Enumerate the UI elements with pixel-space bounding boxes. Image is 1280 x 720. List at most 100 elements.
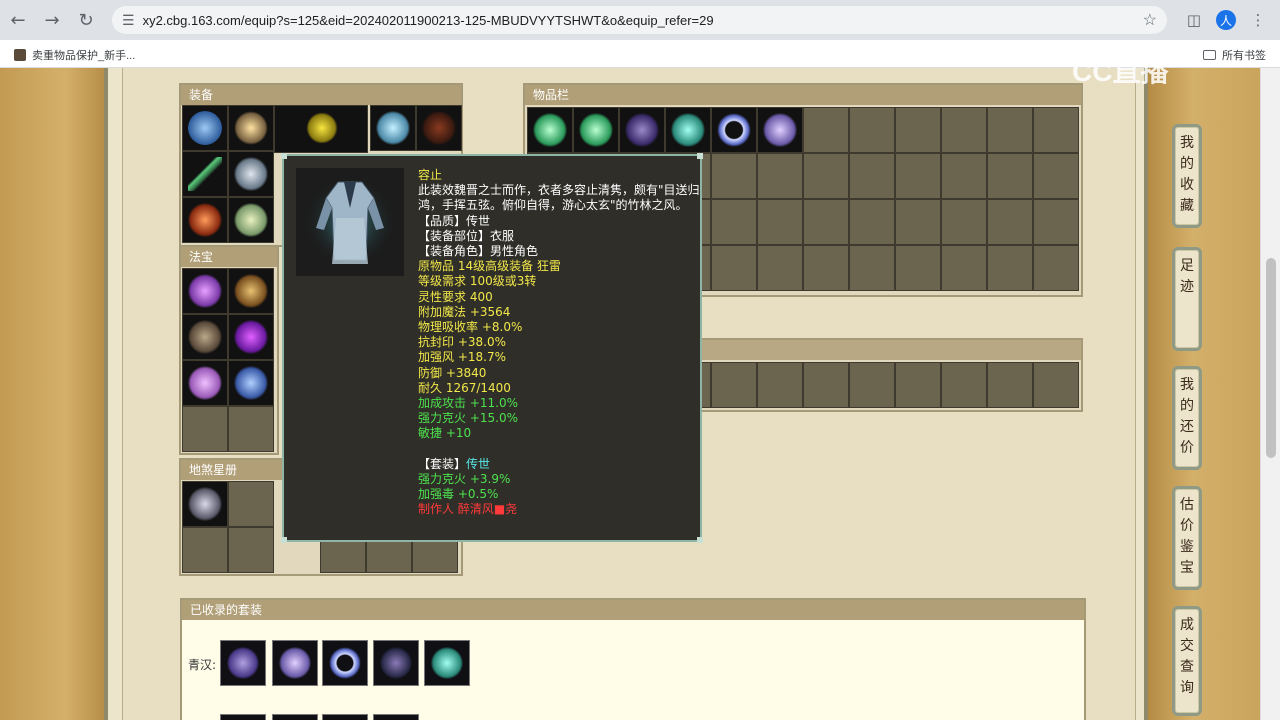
scrollbar[interactable]: [1260, 68, 1280, 720]
treasure-book-icon: [188, 320, 222, 354]
inventory-slot[interactable]: [895, 245, 941, 291]
inventory-slot[interactable]: [1033, 362, 1079, 408]
treasure-slot[interactable]: [228, 268, 274, 314]
inventory-slot[interactable]: [941, 199, 987, 245]
set-armor-icon: [227, 647, 259, 679]
inventory-slot[interactable]: [849, 107, 895, 153]
inventory-slot[interactable]: [711, 107, 757, 153]
equip-slot-weapon-alt[interactable]: [228, 105, 274, 151]
inventory-slot[interactable]: [941, 245, 987, 291]
inventory-slot[interactable]: [849, 199, 895, 245]
inventory-slot[interactable]: [987, 107, 1033, 153]
equip-slot-armor[interactable]: [228, 151, 274, 197]
inventory-slot[interactable]: [757, 245, 803, 291]
bookmark-star-icon[interactable]: ☆: [1143, 10, 1157, 30]
item-details: 容止 此装效魏晋之士而作，衣者多容止清隽，颇有"目送归鸿，手挥五弦。俯仰自得，游…: [418, 168, 702, 517]
inventory-slot[interactable]: [1033, 199, 1079, 245]
bookmark-item[interactable]: 卖重物品保护_新手...: [14, 47, 135, 63]
equip-slot-sword[interactable]: [182, 151, 228, 197]
treasure-whip-icon: [234, 320, 268, 354]
inventory-slot[interactable]: [941, 153, 987, 199]
inventory-slot[interactable]: [941, 107, 987, 153]
treasure-slot-empty[interactable]: [182, 406, 228, 452]
inventory-slot[interactable]: [1033, 245, 1079, 291]
equip-slot-necklace[interactable]: [416, 105, 462, 151]
inventory-slot[interactable]: [895, 362, 941, 408]
side-panel-icon[interactable]: ◫: [1182, 6, 1206, 34]
side-tab-appraisal[interactable]: 估价鉴宝: [1172, 486, 1202, 590]
reload-icon[interactable]: ↻: [70, 4, 102, 36]
inventory-slot[interactable]: [987, 362, 1033, 408]
inventory-slot[interactable]: [1033, 107, 1079, 153]
inventory-slot[interactable]: [803, 362, 849, 408]
forward-icon[interactable]: →: [36, 4, 68, 36]
set-piece-ring[interactable]: [322, 640, 368, 686]
back-icon[interactable]: ←: [2, 4, 34, 36]
star-book-slot-empty[interactable]: [228, 527, 274, 573]
menu-icon[interactable]: ⋮: [1246, 6, 1270, 34]
inventory-slot[interactable]: [803, 153, 849, 199]
equip-slot-belt[interactable]: [182, 197, 228, 243]
set-piece-staff[interactable]: [424, 640, 470, 686]
inventory-slot[interactable]: [711, 245, 757, 291]
inventory-slot[interactable]: [895, 153, 941, 199]
inventory-slot[interactable]: [849, 245, 895, 291]
inventory-slot[interactable]: [987, 153, 1033, 199]
star-book-slot-empty[interactable]: [182, 527, 228, 573]
inventory-slot[interactable]: [803, 245, 849, 291]
inventory-slot[interactable]: [757, 199, 803, 245]
set-piece-row2[interactable]: [272, 714, 318, 720]
scroll-thumb[interactable]: [1266, 258, 1276, 458]
inventory-slot[interactable]: [895, 107, 941, 153]
inventory-slot[interactable]: [757, 107, 803, 153]
all-bookmarks-button[interactable]: 所有书签: [1203, 47, 1266, 63]
inventory-slot[interactable]: [573, 107, 619, 153]
inventory-slot[interactable]: [849, 153, 895, 199]
set-piece-armor[interactable]: [220, 640, 266, 686]
inventory-slot[interactable]: [987, 199, 1033, 245]
inventory-slot[interactable]: [757, 153, 803, 199]
site-settings-icon[interactable]: ☰: [122, 12, 135, 29]
side-tab-my-offers[interactable]: 我的还价: [1172, 366, 1202, 470]
item-origin: 原物品 14级高级装备 狂雷: [418, 259, 561, 274]
treasure-slot[interactable]: [182, 360, 228, 406]
inventory-slot[interactable]: [1033, 153, 1079, 199]
inventory-slot[interactable]: [711, 362, 757, 408]
inventory-slot[interactable]: [711, 153, 757, 199]
inventory-slot[interactable]: [527, 107, 573, 153]
address-bar[interactable]: ☰ xy2.cbg.163.com/equip?s=125&eid=202402…: [112, 6, 1167, 34]
treasure-slot[interactable]: [182, 268, 228, 314]
inventory-slot[interactable]: [711, 199, 757, 245]
side-tab-footprints[interactable]: 足迹: [1172, 247, 1202, 351]
treasure-slot[interactable]: [228, 360, 274, 406]
inventory-slot[interactable]: [757, 362, 803, 408]
set-piece-row2[interactable]: [322, 714, 368, 720]
equip-slot-weapon[interactable]: [274, 105, 368, 153]
inventory-slot[interactable]: [803, 199, 849, 245]
inventory-slot[interactable]: [849, 362, 895, 408]
profile-avatar[interactable]: 人: [1216, 10, 1236, 30]
inventory-slot[interactable]: [895, 199, 941, 245]
equip-slot-boots[interactable]: [228, 197, 274, 243]
inventory-slot[interactable]: [803, 107, 849, 153]
equip-slot-helmet[interactable]: [182, 105, 228, 151]
star-book-slot-empty[interactable]: [228, 481, 274, 527]
inventory-slot[interactable]: [619, 107, 665, 153]
set-piece-row2[interactable]: [220, 714, 266, 720]
inventory-slot[interactable]: [665, 107, 711, 153]
star-book-slot[interactable]: [182, 481, 228, 527]
item-spirit-req: 灵性要求 400: [418, 289, 493, 304]
inventory-slot[interactable]: [941, 362, 987, 408]
set-piece-mask[interactable]: [272, 640, 318, 686]
inventory-slot[interactable]: [987, 245, 1033, 291]
treasure-slot[interactable]: [182, 314, 228, 360]
side-tab-favorites[interactable]: 我的收藏: [1172, 124, 1202, 228]
treasure-slot[interactable]: [228, 314, 274, 360]
tooltip-corner: [281, 153, 287, 159]
set-piece-cape[interactable]: [373, 640, 419, 686]
equip-slot-mask[interactable]: [370, 105, 416, 151]
set-piece-row2[interactable]: [373, 714, 419, 720]
treasure-slot-empty[interactable]: [228, 406, 274, 452]
orb-icon: [579, 113, 613, 147]
side-tab-trade-query[interactable]: 成交查询: [1172, 606, 1202, 716]
